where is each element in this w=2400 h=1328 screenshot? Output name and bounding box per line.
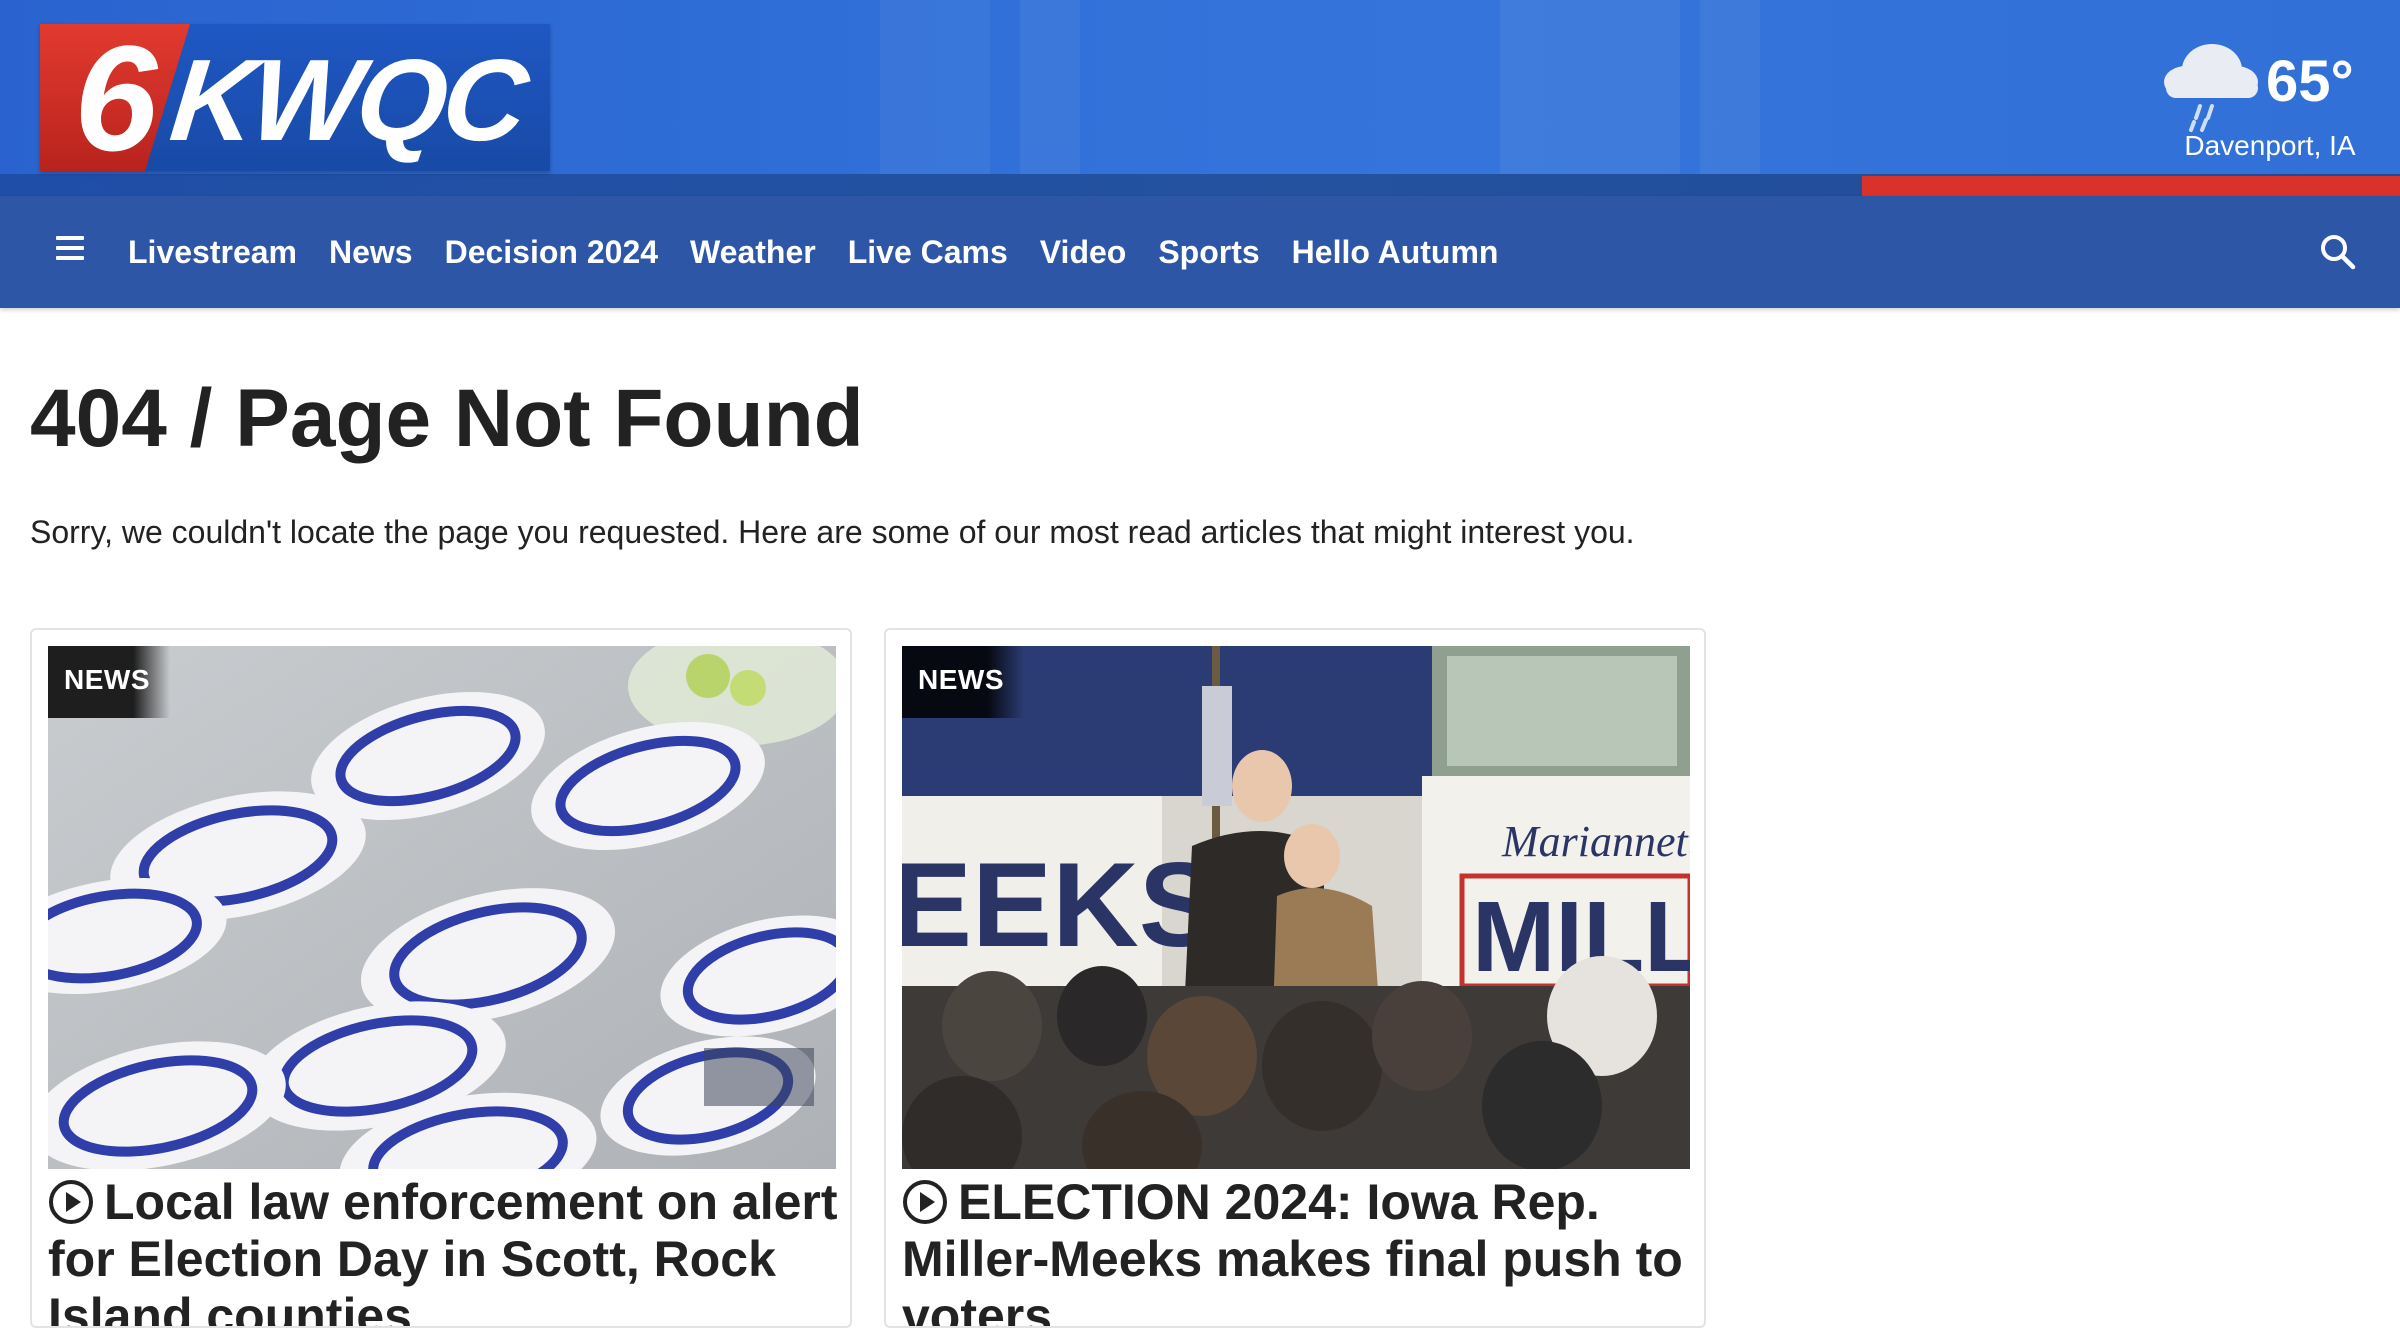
article-card[interactable]: EEKS Mariannett MILLE xyxy=(884,628,1706,1328)
play-video-icon xyxy=(49,1180,93,1224)
campaign-rally-photo: EEKS Mariannett MILLE xyxy=(902,646,1690,1169)
banner-stripe xyxy=(1020,0,1080,176)
voted-stickers-photo xyxy=(48,646,836,1169)
nav-item-hello-autumn[interactable]: Hello Autumn xyxy=(1292,234,1499,271)
nav-item-live-cams[interactable]: Live Cams xyxy=(848,234,1008,271)
nav-item-news[interactable]: News xyxy=(329,234,413,271)
nav-item-livestream[interactable]: Livestream xyxy=(128,234,297,271)
play-video-icon xyxy=(903,1180,947,1224)
nav-item-sports[interactable]: Sports xyxy=(1158,234,1259,271)
search-icon[interactable] xyxy=(2318,232,2358,272)
banner-stripe xyxy=(1700,0,1760,176)
article-headline-text: ELECTION 2024: Iowa Rep. Miller-Meeks ma… xyxy=(902,1174,1683,1328)
weather-location: Davenport, IA xyxy=(2184,130,2356,161)
article-card[interactable]: NEWS Local law enforcement on alert for … xyxy=(30,628,852,1328)
article-headline[interactable]: Local law enforcement on alert for Elect… xyxy=(48,1174,838,1328)
rain-cloud-icon xyxy=(2164,44,2258,132)
nav-items: Livestream News Decision 2024 Weather Li… xyxy=(128,196,1530,308)
logo-call-letters: KWQC xyxy=(165,35,531,165)
nav-item-weather[interactable]: Weather xyxy=(690,234,816,271)
main-nav: Livestream News Decision 2024 Weather Li… xyxy=(0,196,2400,308)
svg-text:Mariannett: Mariannett xyxy=(1501,817,1690,866)
category-badge: NEWS xyxy=(48,646,170,718)
hamburger-menu-icon[interactable] xyxy=(56,236,86,266)
main-content: 404 / Page Not Found Sorry, we couldn't … xyxy=(30,308,1730,1328)
logo-channel-number: 6 xyxy=(74,24,158,171)
nav-item-video[interactable]: Video xyxy=(1040,234,1127,271)
article-headline-text: Local law enforcement on alert for Elect… xyxy=(48,1174,838,1328)
article-thumbnail[interactable]: EEKS Mariannett MILLE xyxy=(902,646,1690,1169)
weather-temperature: 65° xyxy=(2266,49,2354,114)
article-thumbnail[interactable]: NEWS xyxy=(48,646,836,1169)
site-header-banner: 6 KWQC 65° Davenport, IA xyxy=(0,0,2400,196)
category-badge: NEWS xyxy=(902,646,1024,718)
intro-text: Sorry, we couldn't locate the page you r… xyxy=(30,514,1635,550)
banner-stripe xyxy=(880,0,990,176)
kwqc-logo[interactable]: 6 KWQC xyxy=(40,24,550,171)
banner-red-accent xyxy=(1862,176,2400,196)
page-title: 404 / Page Not Found xyxy=(30,373,864,464)
article-headline[interactable]: ELECTION 2024: Iowa Rep. Miller-Meeks ma… xyxy=(902,1174,1692,1328)
weather-widget[interactable]: 65° Davenport, IA xyxy=(2140,30,2380,170)
svg-text:EEKS: EEKS xyxy=(902,838,1219,972)
nav-item-decision-2024[interactable]: Decision 2024 xyxy=(445,234,658,271)
banner-stripe xyxy=(1500,0,1680,176)
